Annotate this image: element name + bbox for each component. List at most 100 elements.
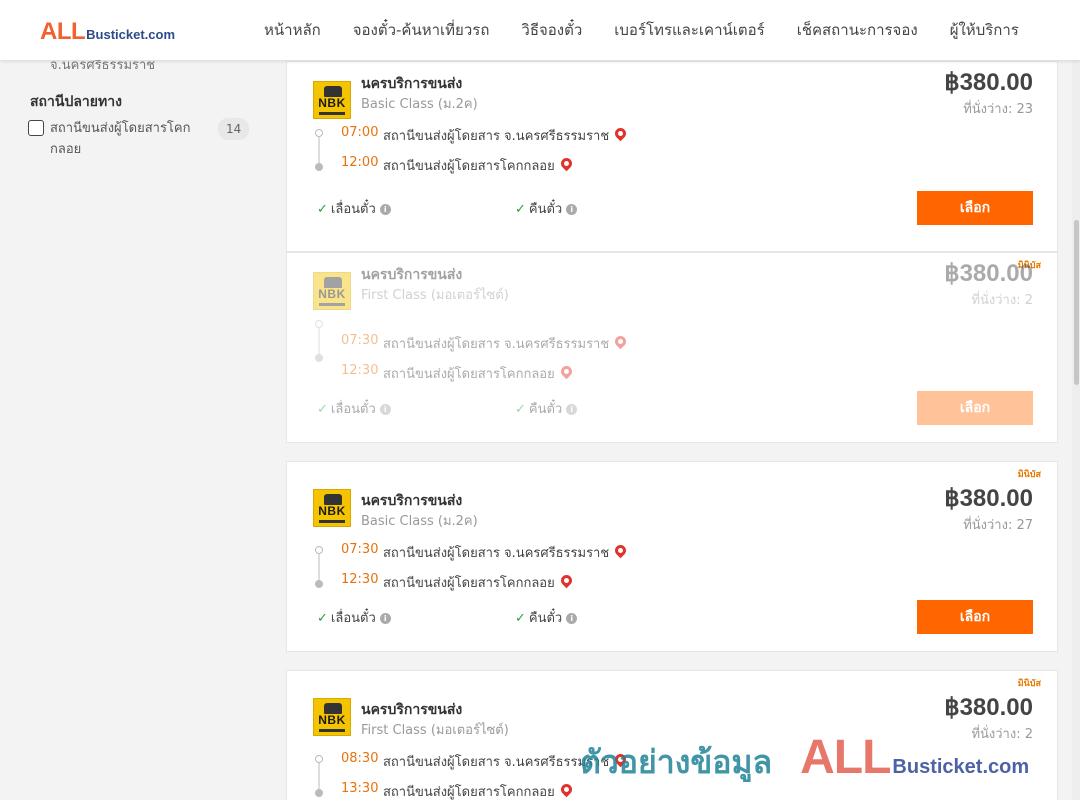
watermark-text: ตัวอย่างข้อมูล [580, 743, 773, 781]
feature-change-ticket: ✓ เลื่อนตั๋ว i [317, 398, 391, 419]
arrive-time: 12:00 [341, 155, 379, 170]
info-icon[interactable]: i [379, 404, 391, 415]
bus-class: First Class (มอเตอร์ไซต์) [361, 288, 509, 303]
arrive-dot [315, 354, 323, 362]
logo-busticket: Busticket.com [86, 27, 176, 42]
destination-filter-count: 14 [218, 118, 250, 140]
route-line [318, 759, 320, 791]
depart-station: สถานีขนส่งผู้โดยสาร จ.นครศรีธรรมราช [383, 125, 629, 146]
route-line [318, 133, 320, 165]
operator-name: นครบริการขนส่ง [361, 76, 463, 92]
feature-change-ticket: ✓ เลื่อนตั๋ว i [317, 607, 391, 628]
page-scrollbar[interactable] [1072, 60, 1080, 800]
feature-refund-ticket: ✓ คืนตั๋ว i [515, 398, 578, 419]
sample-data-watermark: ตัวอย่างข้อมูล ALL Busticket.com [580, 730, 1029, 788]
trip-card: NBK นครบริการขนส่ง Basic Class (ม.2ค) ฿3… [286, 61, 1058, 252]
destination-checkbox[interactable] [28, 120, 44, 136]
nav-contact-counters[interactable]: เบอร์โทรและเคาน์เตอร์ [598, 18, 780, 42]
destination-filter-heading: สถานีปลายทาง [30, 94, 122, 110]
bus-class: Basic Class (ม.2ค) [361, 514, 478, 529]
map-pin-icon[interactable] [558, 363, 575, 380]
arrive-time: 13:30 [341, 781, 379, 796]
select-trip-button[interactable]: เลือก [917, 391, 1033, 425]
feature-change-label: เลื่อนตั๋ว [330, 611, 376, 626]
main-nav: หน้าหลัก จองตั๋ว-ค้นหาเที่ยวรถ วิธีจองตั… [248, 0, 1035, 60]
operator-logo: NBK [313, 272, 351, 310]
check-icon: ✓ [515, 611, 526, 626]
operator-logo-text: NBK [318, 504, 346, 518]
operator-name: นครบริการขนส่ง [361, 493, 463, 509]
arrive-dot [315, 789, 323, 797]
route-line [318, 324, 320, 356]
map-pin-icon[interactable] [612, 542, 629, 559]
feature-change-label: เลื่อนตั๋ว [330, 202, 376, 217]
feature-refund-label: คืนตั๋ว [528, 611, 563, 626]
map-pin-icon[interactable] [558, 155, 575, 172]
minibus-badge: มินิบัส [1017, 679, 1041, 689]
map-pin-icon[interactable] [612, 333, 629, 350]
depart-station: สถานีขนส่งผู้โดยสาร จ.นครศรีธรรมราช [383, 542, 629, 563]
info-icon[interactable]: i [566, 404, 578, 415]
trip-price: ฿380.00 [944, 260, 1033, 287]
route-line [318, 550, 320, 582]
map-pin-icon[interactable] [558, 781, 575, 798]
check-icon: ✓ [515, 402, 526, 417]
depart-station-name: สถานีขนส่งผู้โดยสาร จ.นครศรีธรรมราช [383, 129, 610, 144]
trip-price: ฿380.00 [944, 694, 1033, 721]
watermark-logo-rest: Busticket.com [892, 756, 1030, 778]
feature-refund-ticket: ✓ คืนตั๋ว i [515, 198, 578, 219]
operator-logo: NBK [313, 698, 351, 736]
arrive-station-name: สถานีขนส่งผู้โดยสารโคกกลอย [383, 576, 555, 591]
operator-logo: NBK [313, 489, 351, 527]
info-icon[interactable]: i [566, 613, 578, 624]
watermark-logo-all: ALL [800, 731, 891, 784]
depart-station-name: สถานีขนส่งผู้โดยสาร จ.นครศรีธรรมราช [383, 755, 610, 770]
nav-check-booking[interactable]: เช็คสถานะการจอง [781, 18, 934, 42]
operator-logo-text: NBK [318, 713, 346, 727]
scrollbar-thumb[interactable] [1074, 220, 1079, 385]
info-icon[interactable]: i [379, 613, 391, 624]
feature-change-label: เลื่อนตั๋ว [330, 402, 376, 417]
feature-refund-label: คืนตั๋ว [528, 402, 563, 417]
operator-name: นครบริการขนส่ง [361, 702, 463, 718]
arrive-station: สถานีขนส่งผู้โดยสารโคกกลอย [383, 363, 575, 384]
check-icon: ✓ [317, 611, 328, 626]
operator-logo-text: NBK [318, 287, 346, 301]
select-trip-button[interactable]: เลือก [917, 600, 1033, 634]
nav-operators[interactable]: ผู้ให้บริการ [934, 18, 1035, 42]
nav-how-to-book[interactable]: วิธีจองตั๋ว [505, 18, 598, 42]
arrive-station-name: สถานีขนส่งผู้โดยสารโคกกลอย [383, 367, 555, 382]
arrive-dot [315, 163, 323, 171]
arrive-station: สถานีขนส่งผู้โดยสารโคกกลอย [383, 155, 575, 176]
arrive-time: 12:30 [341, 363, 379, 378]
destination-filter-option[interactable]: สถานีขนส่งผู้โดยสารโคกกลอย 14 [28, 118, 258, 160]
depart-time: 07:00 [341, 125, 379, 140]
depart-station: สถานีขนส่งผู้โดยสาร จ.นครศรีธรรมราช [383, 333, 629, 354]
trip-price: ฿380.00 [944, 69, 1033, 96]
seats-available: ที่นั่งว่าง: 27 [963, 518, 1033, 533]
nav-home[interactable]: หน้าหลัก [248, 18, 337, 42]
operator-logo-text: NBK [318, 96, 346, 110]
minibus-badge: มินิบัส [1017, 470, 1041, 480]
info-icon[interactable]: i [566, 204, 578, 215]
depart-dot [315, 546, 323, 554]
feature-refund-label: คืนตั๋ว [528, 202, 563, 217]
map-pin-icon[interactable] [558, 572, 575, 589]
trip-card: มินิบัส NBK นครบริการขนส่ง First Class (… [286, 252, 1058, 443]
map-pin-icon[interactable] [612, 125, 629, 142]
site-header: ALL Busticket.com หน้าหลัก จองตั๋ว-ค้นหา… [0, 0, 1080, 60]
depart-time: 07:30 [341, 542, 379, 557]
depart-time: 07:30 [341, 333, 379, 348]
depart-time: 08:30 [341, 751, 379, 766]
site-logo[interactable]: ALL Busticket.com [40, 18, 175, 46]
nav-book-search[interactable]: จองตั๋ว-ค้นหาเที่ยวรถ [337, 18, 506, 42]
info-icon[interactable]: i [379, 204, 391, 215]
check-icon: ✓ [317, 202, 328, 217]
logo-all: ALL [40, 18, 86, 45]
select-trip-button[interactable]: เลือก [917, 191, 1033, 225]
bus-class: First Class (มอเตอร์ไซต์) [361, 723, 509, 738]
arrive-station-name: สถานีขนส่งผู้โดยสารโคกกลอย [383, 159, 555, 174]
arrive-dot [315, 580, 323, 588]
bus-class: Basic Class (ม.2ค) [361, 97, 478, 112]
operator-name: นครบริการขนส่ง [361, 267, 463, 283]
